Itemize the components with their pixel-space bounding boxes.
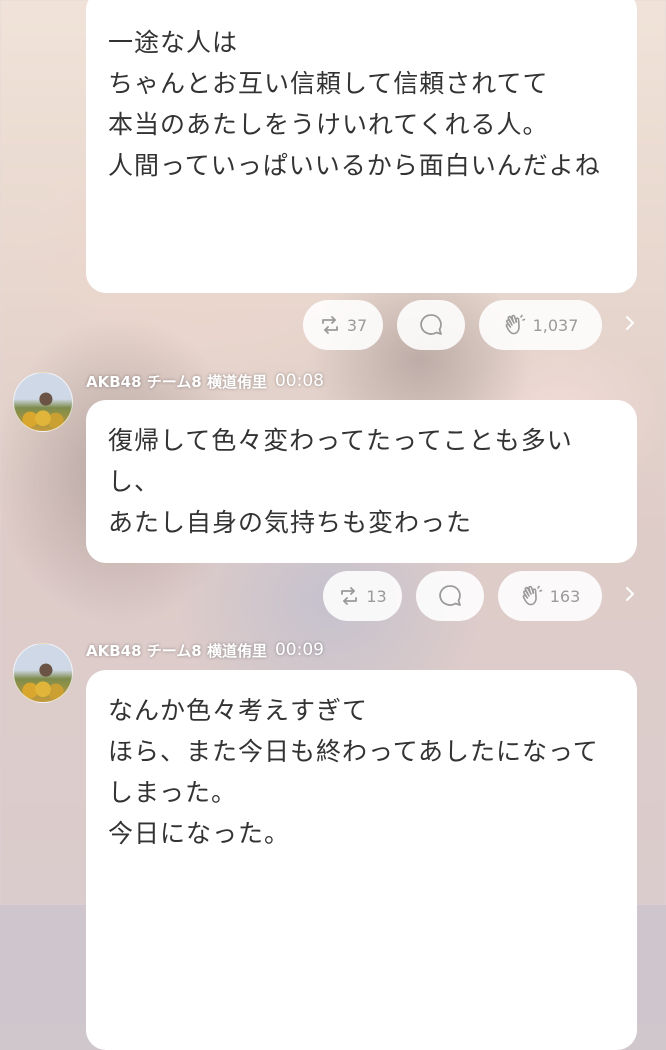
message-line: 今日になった。: [108, 819, 291, 848]
more-chevron-button[interactable]: [620, 581, 640, 611]
message-line: 人間っていっぱいいるから面白いんだよね: [108, 151, 601, 180]
repost-icon: [319, 314, 341, 336]
more-chevron-button[interactable]: [620, 310, 640, 340]
comment-bubble-icon: [418, 312, 444, 338]
repost-button[interactable]: 13: [323, 571, 402, 621]
author-name: AKB48 チーム8 横道侑里: [86, 641, 267, 660]
repost-button[interactable]: 37: [303, 300, 383, 350]
message-bubble: なんか色々考えすぎて ほら、また今日も終わってあしたになって しまった。 今日に…: [86, 670, 637, 1050]
repost-count: 37: [346, 315, 368, 335]
message-meta: AKB48 チーム8 横道侑里 00:08: [86, 369, 324, 393]
message-bubble: 一途な人は ちゃんとお互い信頼して信頼されてて 本当のあたしをうけいれてくれる人…: [86, 0, 637, 293]
author-name: AKB48 チーム8 横道侑里: [86, 372, 267, 391]
avatar[interactable]: [13, 643, 73, 703]
chevron-right-icon: [624, 585, 636, 607]
clap-count: 163: [549, 586, 581, 606]
message-line: ちゃんとお互い信頼して信頼されてて: [108, 69, 549, 98]
clap-count: 1,037: [532, 315, 579, 335]
avatar[interactable]: [13, 372, 73, 432]
clap-hand-icon: [520, 584, 544, 608]
message-line: 一途な人は: [108, 28, 239, 57]
message-meta: AKB48 チーム8 横道侑里 00:09: [86, 638, 324, 662]
clap-hand-icon: [503, 313, 527, 337]
message-line: 本当のあたしをうけいれてくれる人。: [108, 110, 549, 139]
comment-bubble-icon: [437, 583, 463, 609]
message-line: ほら、また今日も終わってあしたになって: [108, 737, 599, 766]
clap-button[interactable]: 163: [498, 571, 602, 621]
comment-button[interactable]: [397, 300, 465, 350]
message-line: し、: [108, 467, 161, 496]
repost-count: 13: [366, 586, 387, 606]
message-actions: 37 1,037: [0, 300, 666, 350]
clap-button[interactable]: 1,037: [479, 300, 602, 350]
repost-icon: [338, 585, 360, 607]
message-line: あたし自身の気持ちも変わった: [108, 508, 473, 537]
message-bubble: 復帰して色々変わってたってことも多い し、 あたし自身の気持ちも変わった: [86, 400, 637, 563]
message-line: 復帰して色々変わってたってことも多い: [108, 426, 573, 455]
timestamp: 00:08: [274, 371, 324, 391]
timestamp: 00:09: [274, 640, 324, 660]
message-actions: 13 163: [0, 571, 666, 621]
chevron-right-icon: [624, 314, 636, 336]
message-line: しまった。: [108, 778, 238, 807]
comment-button[interactable]: [416, 571, 484, 621]
message-line: なんか色々考えすぎて: [108, 696, 369, 725]
